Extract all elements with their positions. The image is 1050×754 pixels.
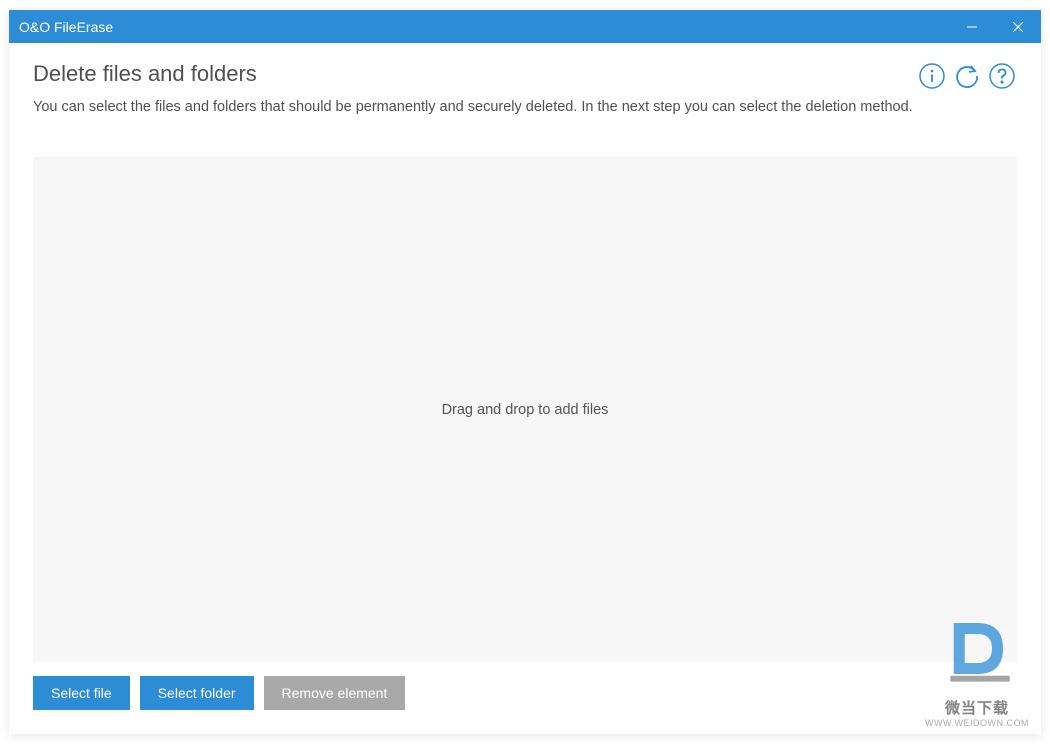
button-row: Select file Select folder Remove element	[33, 676, 1017, 710]
help-icon	[988, 62, 1016, 90]
refresh-button[interactable]	[952, 61, 982, 91]
close-icon	[1013, 22, 1023, 32]
titlebar[interactable]: O&O FileErase	[9, 10, 1041, 43]
remove-element-button: Remove element	[264, 676, 406, 710]
close-button[interactable]	[995, 10, 1041, 43]
file-dropzone[interactable]: Drag and drop to add files	[33, 157, 1017, 662]
refresh-icon	[953, 62, 981, 90]
info-button[interactable]	[917, 61, 947, 91]
header-row: Delete files and folders	[33, 61, 1017, 99]
window-controls	[949, 10, 1041, 43]
content-area: Delete files and folders	[9, 43, 1041, 734]
select-folder-button[interactable]: Select folder	[140, 676, 254, 710]
watermark-text-2: WWW.WEIDOWN.COM	[925, 718, 1029, 728]
app-window: O&O FileErase Delete files and folders	[9, 10, 1041, 734]
page-title: Delete files and folders	[33, 61, 257, 87]
info-icon	[918, 62, 946, 90]
page-description: You can select the files and folders tha…	[33, 99, 1017, 115]
select-file-button[interactable]: Select file	[33, 676, 130, 710]
minimize-icon	[967, 22, 977, 32]
help-button[interactable]	[987, 61, 1017, 91]
dropzone-hint: Drag and drop to add files	[442, 402, 609, 418]
header-icons	[917, 61, 1017, 91]
window-title: O&O FileErase	[19, 19, 113, 35]
minimize-button[interactable]	[949, 10, 995, 43]
